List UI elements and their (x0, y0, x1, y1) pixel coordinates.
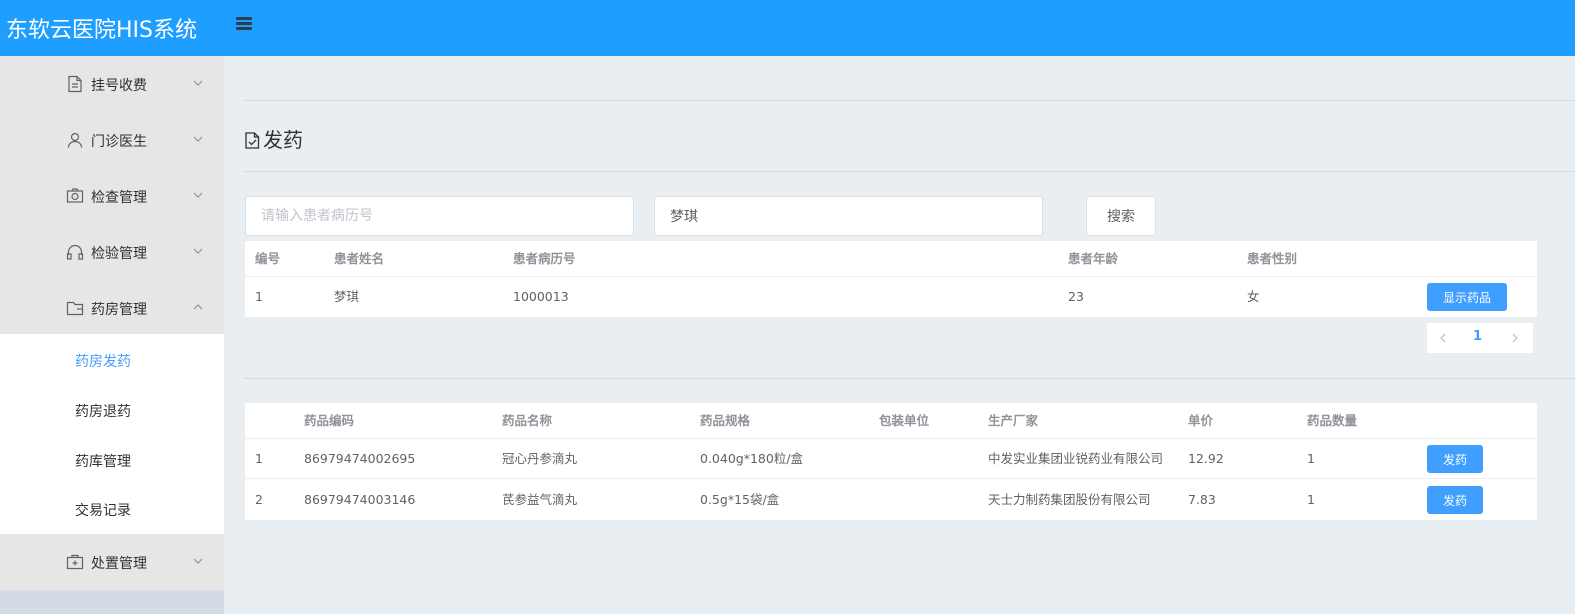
cell-gender: 女 (1247, 289, 1260, 304)
sidebar-item-label: 药房退药 (75, 404, 131, 420)
cell-drug-name: 冠心丹参滴丸 (502, 451, 578, 466)
cell-spec: 0.040g*180粒/盒 (700, 451, 804, 466)
sidebar-group-treatment[interactable]: 处置管理 (0, 534, 224, 590)
column-header: 药品编码 (304, 413, 355, 428)
sidebar-group-label: 检验管理 (91, 246, 147, 262)
column-header: 药品规格 (700, 413, 751, 428)
sidebar-group-label: 检查管理 (91, 190, 147, 206)
show-drugs-button[interactable]: 显示药品 (1427, 283, 1507, 311)
first-aid-icon (66, 554, 84, 570)
column-header: 患者年龄 (1068, 251, 1119, 266)
column-header: 包装单位 (879, 413, 930, 428)
sidebar-group-label: 药房管理 (91, 302, 147, 318)
sidebar-group-label: 挂号收费 (91, 78, 147, 94)
column-header: 患者姓名 (334, 251, 385, 266)
app-title: 东软云医院HIS系统 (6, 18, 197, 43)
chevron-down-icon (193, 80, 203, 86)
column-header: 患者病历号 (513, 251, 576, 266)
column-header: 药品名称 (502, 413, 553, 428)
sidebar-footer (0, 590, 224, 614)
sidebar-item-label: 药库管理 (75, 454, 131, 470)
sidebar-group-pharmacy[interactable]: 药房管理 (0, 280, 224, 336)
column-header: 生产厂家 (988, 413, 1039, 428)
cell-qty: 1 (1307, 492, 1315, 507)
cell-no: 1 (255, 451, 263, 466)
table-header: 药品编码 药品名称 药品规格 包装单位 生产厂家 单价 药品数量 (245, 403, 1537, 439)
camera-icon (66, 188, 84, 203)
headset-icon (66, 244, 84, 260)
cell-spec: 0.5g*15袋/盒 (700, 492, 780, 507)
table-row[interactable]: 2 86979474003146 芪参益气滴丸 0.5g*15袋/盒 天士力制药… (245, 480, 1537, 520)
cell-maker: 天士力制药集团股份有限公司 (988, 492, 1151, 507)
cell-no: 2 (255, 492, 263, 507)
sidebar-item-return[interactable]: 药房退药 (0, 384, 224, 434)
sidebar-group-outpatient[interactable]: 门诊医生 (0, 112, 224, 168)
sidebar-item-transactions[interactable]: 交易记录 (0, 483, 224, 533)
table-header: 编号 患者姓名 患者病历号 患者年龄 患者性别 (245, 241, 1537, 277)
chevron-down-icon (193, 558, 203, 564)
divider (244, 171, 1575, 172)
patient-name-input[interactable] (654, 196, 1043, 236)
divider (244, 100, 1575, 101)
cell-drug-name: 芪参益气滴丸 (502, 492, 578, 507)
column-header: 患者性别 (1247, 251, 1298, 266)
cell-age: 23 (1068, 289, 1084, 304)
top-header: 东软云医院HIS系统 (0, 0, 1575, 56)
column-header: 编号 (255, 251, 281, 266)
main-content: 发药 搜索 编号 患者姓名 患者病历号 患者年龄 患者性别 1 梦琪 10000… (224, 56, 1575, 614)
cell-price: 7.83 (1188, 492, 1216, 507)
sidebar-group-label: 处置管理 (91, 556, 147, 572)
page-title-text: 发药 (263, 128, 303, 152)
sidebar-group-lab[interactable]: 检验管理 (0, 224, 224, 280)
page-number-current[interactable]: 1 (1473, 329, 1482, 344)
cell-no: 1 (255, 289, 263, 304)
dispense-button[interactable]: 发药 (1427, 486, 1483, 514)
cell-price: 12.92 (1188, 451, 1224, 466)
sidebar-group-label: 门诊医生 (91, 134, 147, 150)
search-button[interactable]: 搜索 (1086, 196, 1156, 236)
sidebar-item-warehouse[interactable]: 药库管理 (0, 434, 224, 484)
hamburger-icon[interactable] (234, 14, 256, 36)
cell-name: 梦琪 (334, 289, 360, 304)
sidebar-group-registration[interactable]: 挂号收费 (0, 56, 224, 112)
chevron-left-icon[interactable] (1437, 332, 1449, 344)
cell-code: 86979474003146 (304, 492, 416, 507)
sidebar: 挂号收费 门诊医生 检查管理 检验管理 药房管理 药房发药 药房退药 药库管理 … (0, 56, 224, 614)
wallet-icon (66, 301, 84, 316)
page-title: 发药 (244, 124, 303, 153)
divider (244, 378, 1575, 379)
chevron-down-icon (193, 248, 203, 254)
chevron-right-icon[interactable] (1509, 332, 1521, 344)
dispense-button[interactable]: 发药 (1427, 445, 1483, 473)
patient-table: 编号 患者姓名 患者病历号 患者年龄 患者性别 1 梦琪 1000013 23 … (245, 241, 1537, 317)
sidebar-group-examination[interactable]: 检查管理 (0, 168, 224, 224)
pharmacy-submenu: 药房发药 药房退药 药库管理 交易记录 (0, 334, 224, 534)
document-check-icon (245, 132, 260, 149)
document-icon (68, 75, 82, 93)
sidebar-item-label: 交易记录 (75, 503, 131, 519)
drug-table: 药品编码 药品名称 药品规格 包装单位 生产厂家 单价 药品数量 1 86979… (245, 403, 1537, 520)
record-number-input[interactable] (245, 196, 634, 236)
cell-qty: 1 (1307, 451, 1315, 466)
column-header: 单价 (1188, 413, 1214, 428)
table-row[interactable]: 1 86979474002695 冠心丹参滴丸 0.040g*180粒/盒 中发… (245, 439, 1537, 479)
table-row[interactable]: 1 梦琪 1000013 23 女 显示药品 (245, 277, 1537, 317)
sidebar-item-label: 药房发药 (75, 354, 131, 370)
sidebar-item-dispense[interactable]: 药房发药 (0, 334, 224, 384)
chevron-up-icon (193, 304, 203, 310)
chevron-down-icon (193, 136, 203, 142)
user-icon (67, 132, 83, 148)
column-header: 药品数量 (1307, 413, 1358, 428)
pagination: 1 (1427, 323, 1533, 353)
cell-maker: 中发实业集团业锐药业有限公司 (988, 451, 1164, 466)
chevron-down-icon (193, 192, 203, 198)
cell-code: 86979474002695 (304, 451, 416, 466)
cell-record: 1000013 (513, 289, 569, 304)
